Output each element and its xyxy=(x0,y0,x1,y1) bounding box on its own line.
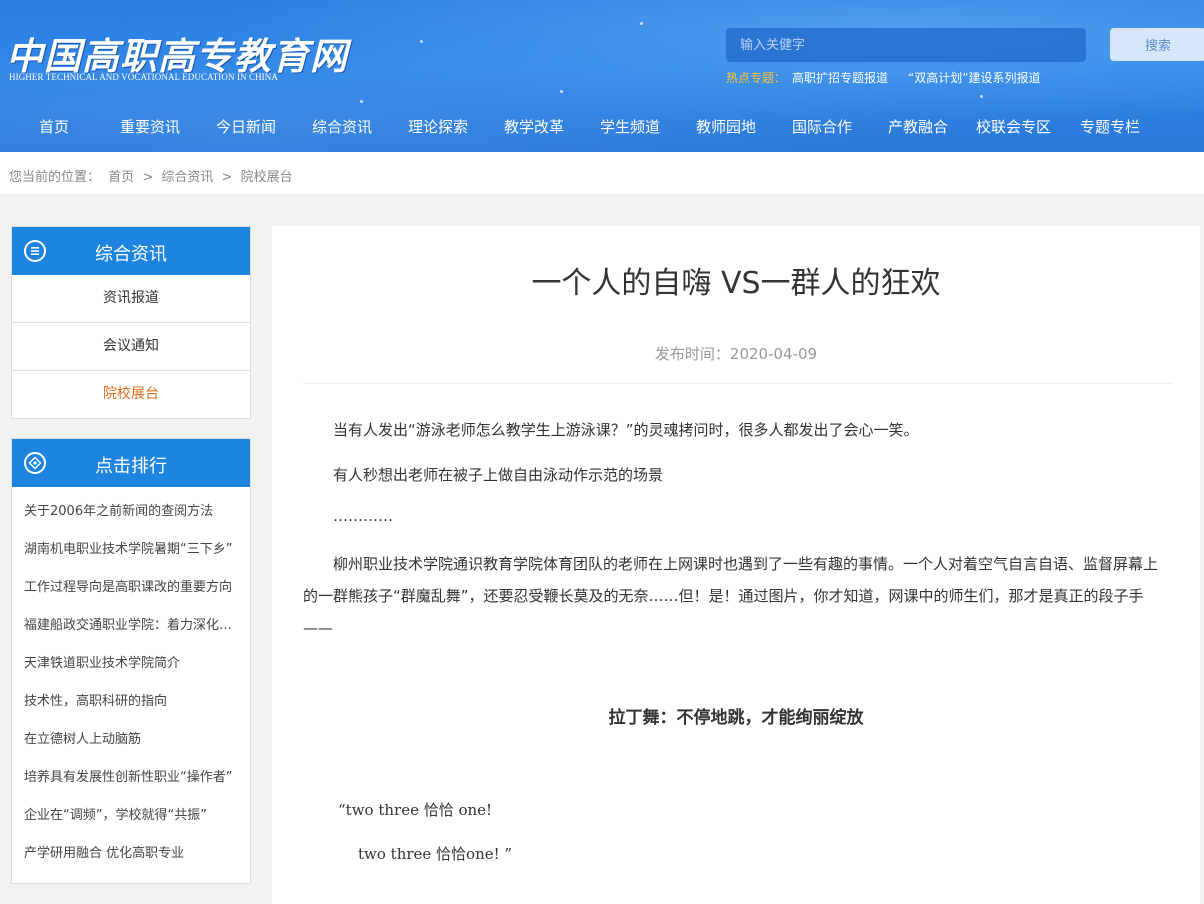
nav-item-international[interactable]: 国际合作 xyxy=(792,116,852,137)
sidebar-category-title: 综合资讯 xyxy=(95,244,167,265)
ranking-item[interactable]: 技术性，高职科研的指向 xyxy=(12,683,234,721)
header-sparkle xyxy=(980,95,983,98)
site-logo-subtitle: HIGHER TECHNICAL AND VOCATIONAL EDUCATIO… xyxy=(9,72,278,82)
sidebar-category-header: 综合资讯 xyxy=(12,227,250,275)
nav-item-students[interactable]: 学生频道 xyxy=(600,116,660,137)
nav-item-general-news[interactable]: 综合资讯 xyxy=(312,116,372,137)
search-input[interactable] xyxy=(726,28,1086,62)
header-sparkle xyxy=(420,40,423,43)
divider xyxy=(303,383,1172,384)
article-paragraph: 当有人发出“游泳老师怎么教学生上游泳课？”的灵魂拷问时，很多人都发出了会心一笑。 xyxy=(333,421,919,439)
breadcrumb-separator: > xyxy=(142,170,154,185)
sidebar-ranking-panel: 点击排行 关于2006年之前新闻的查阅方法 湖南机电职业技术学院暑期“三下乡” … xyxy=(11,438,251,884)
header-sparkle xyxy=(640,22,643,25)
breadcrumb-link-current[interactable]: 院校展台 xyxy=(241,170,293,185)
nav-item-home[interactable]: 首页 xyxy=(39,116,69,137)
ranking-item[interactable]: 在立德树人上动脑筋 xyxy=(12,721,234,759)
ranking-item[interactable]: 工作过程导向是高职课改的重要方向 xyxy=(12,569,234,607)
nav-item-special-columns[interactable]: 专题专栏 xyxy=(1080,116,1140,137)
search-button[interactable]: 搜索 xyxy=(1110,28,1204,61)
nav-item-teachers[interactable]: 教师园地 xyxy=(696,116,756,137)
breadcrumb: 您当前的位置： 首页 > 综合资讯 > 院校展台 xyxy=(0,152,1204,194)
ranking-item[interactable]: 产学研用融合 优化高职专业 xyxy=(12,835,234,873)
article-paragraph: 柳州职业技术学院通识教育学院体育团队的老师在上网课时也遇到了一些有趣的事情。一个… xyxy=(303,555,1159,637)
sidebar-item-meeting-notice[interactable]: 会议通知 xyxy=(12,323,250,371)
hot-topics: 热点专题： 高职扩招专题报道 “双高计划”建设系列报道 xyxy=(726,69,1054,86)
ranking-item[interactable]: 企业在“调频”，学校就得“共振” xyxy=(12,797,234,835)
nav-item-industry-education[interactable]: 产教融合 xyxy=(888,116,948,137)
hot-topic-link[interactable]: 高职扩招专题报道 xyxy=(792,71,888,85)
site-header: 中国高职高专教育网 HIGHER TECHNICAL AND VOCATIONA… xyxy=(0,0,1204,152)
article-quote: “two three 恰恰 one! xyxy=(338,801,493,819)
nav-item-today-news[interactable]: 今日新闻 xyxy=(216,116,276,137)
header-sparkle xyxy=(560,90,563,93)
publish-date: 发布时间：2020-04-09 xyxy=(654,345,818,363)
main-nav: 首页 重要资讯 今日新闻 综合资讯 理论探索 教学改革 学生频道 教师园地 国际… xyxy=(0,116,1204,142)
nav-item-theory[interactable]: 理论探索 xyxy=(408,116,468,137)
ranking-item[interactable]: 天津铁道职业技术学院简介 xyxy=(12,645,234,683)
sidebar-item-school-showcase[interactable]: 院校展台 xyxy=(12,371,250,418)
article-paragraph: 有人秒想出老师在被子上做自由泳动作示范的场景 xyxy=(333,466,664,484)
sidebar-item-news-reports[interactable]: 资讯报道 xyxy=(12,275,250,323)
breadcrumb-link-category[interactable]: 综合资讯 xyxy=(161,170,213,185)
article-title: 一个人的自嗨 VS一群人的狂欢 xyxy=(531,266,941,301)
breadcrumb-link-home[interactable]: 首页 xyxy=(108,170,134,185)
breadcrumb-separator: > xyxy=(221,170,233,185)
nav-item-teaching-reform[interactable]: 教学改革 xyxy=(504,116,564,137)
header-sparkle xyxy=(360,100,363,103)
sidebar-category-panel: 综合资讯 资讯报道 会议通知 院校展台 xyxy=(11,226,251,419)
article-subheading: 拉丁舞：不停地跳，才能绚丽绽放 xyxy=(608,708,864,728)
article-panel: 一个人的自嗨 VS一群人的狂欢 发布时间：2020-04-09 当有人发出“游泳… xyxy=(272,226,1200,904)
ranking-item[interactable]: 湖南机电职业技术学院暑期“三下乡” xyxy=(12,531,234,569)
ranking-list: 关于2006年之前新闻的查阅方法 湖南机电职业技术学院暑期“三下乡” 工作过程导… xyxy=(12,487,250,883)
nav-item-alliance[interactable]: 校联会专区 xyxy=(976,116,1051,137)
hot-topic-link[interactable]: “双高计划”建设系列报道 xyxy=(908,71,1040,85)
article-paragraph: ………… xyxy=(333,507,393,525)
nav-item-important-news[interactable]: 重要资讯 xyxy=(120,116,180,137)
ranking-item[interactable]: 福建船政交通职业学院：着力深化改革 xyxy=(12,607,234,645)
ranking-item[interactable]: 培养具有发展性创新性职业“操作者” xyxy=(12,759,234,797)
breadcrumb-prefix: 您当前的位置： xyxy=(9,170,101,185)
article-quote: two three 恰恰one! ” xyxy=(358,845,513,863)
hot-topics-label: 热点专题： xyxy=(726,71,787,85)
sidebar-ranking-title: 点击排行 xyxy=(95,456,167,477)
ranking-item[interactable]: 关于2006年之前新闻的查阅方法 xyxy=(12,493,234,531)
sidebar-ranking-header: 点击排行 xyxy=(12,439,250,487)
